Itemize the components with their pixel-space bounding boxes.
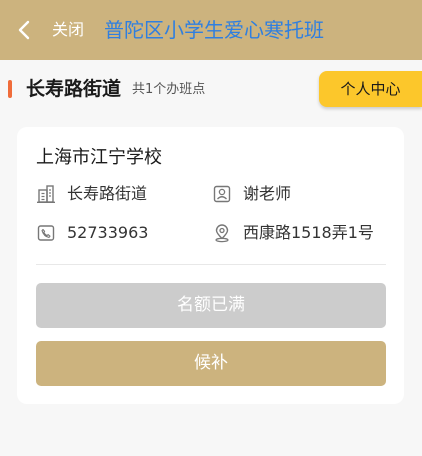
- top-bar: 关闭 普陀区小学生爱心寒托班: [0, 0, 422, 60]
- building-icon: [37, 185, 55, 203]
- divider: [36, 264, 386, 265]
- section-title: 长寿路街道: [26, 78, 122, 100]
- section-count: 共1个办班点: [132, 82, 206, 97]
- page-title: 普陀区小学生爱心寒托班: [104, 18, 324, 42]
- address-text: 西康路1518弄1号: [243, 223, 374, 242]
- phone-text: 52733963: [67, 223, 149, 242]
- person-card-icon: [213, 185, 231, 203]
- address-row: 西康路1518弄1号: [212, 222, 397, 246]
- teacher-text: 谢老师: [243, 184, 292, 203]
- phone-row: 52733963: [36, 222, 206, 246]
- location-pin-icon: [215, 224, 229, 243]
- quota-full-button[interactable]: 名额已满: [36, 283, 386, 328]
- school-name: 上海市江宁学校: [36, 147, 162, 168]
- street-row: 长寿路街道: [36, 183, 206, 207]
- teacher-row: 谢老师: [212, 183, 392, 207]
- school-card: 上海市江宁学校 长寿路街道 谢老师 52733963 西康路1518弄1号 名额…: [17, 127, 404, 404]
- close-button[interactable]: 关闭: [52, 19, 84, 41]
- personal-center-button[interactable]: 个人中心: [319, 71, 422, 107]
- phone-icon: [37, 225, 55, 241]
- street-text: 长寿路街道: [67, 184, 148, 203]
- waitlist-button[interactable]: 候补: [36, 341, 386, 386]
- section-accent-bar: [8, 80, 12, 98]
- chevron-left-icon[interactable]: [14, 19, 36, 41]
